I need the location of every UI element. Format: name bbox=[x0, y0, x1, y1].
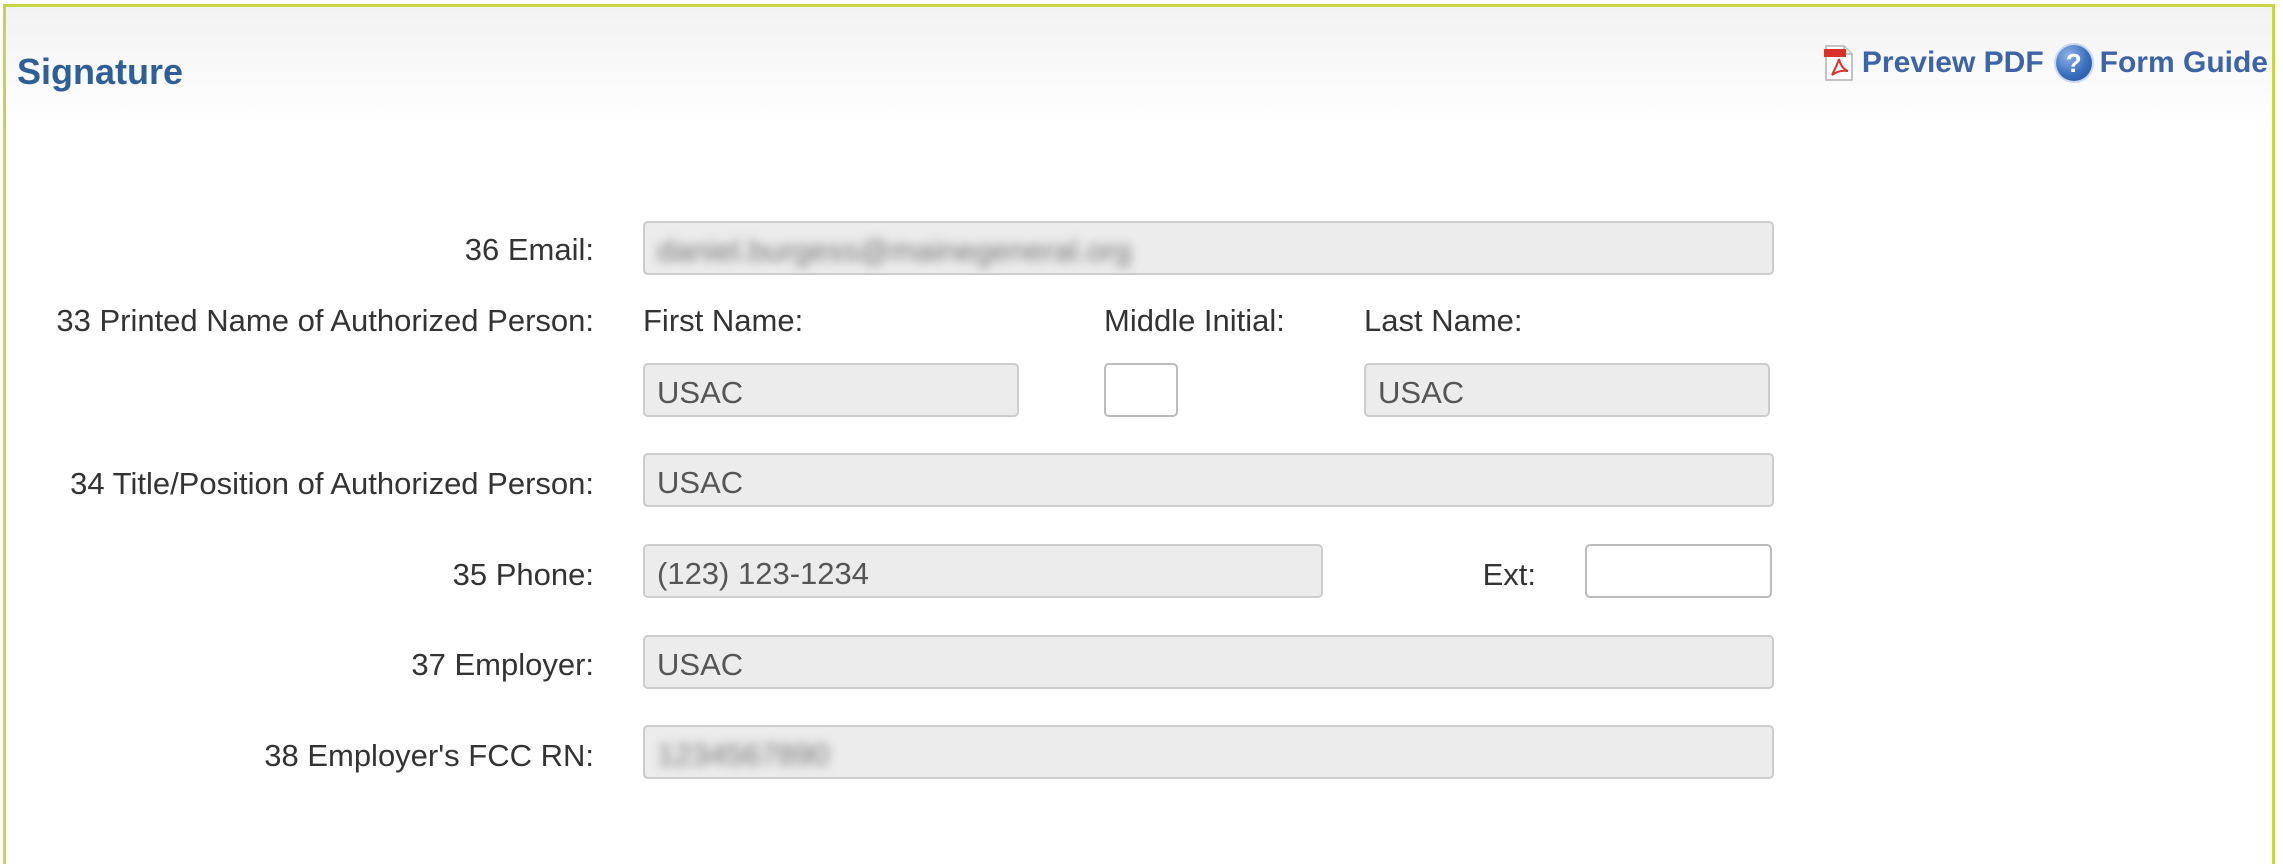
form-guide-label: Form Guide bbox=[2099, 46, 2268, 79]
printed-name-label: 33 Printed Name of Authorized Person: bbox=[56, 303, 594, 338]
fcc-rn-value: 1234567890 bbox=[657, 737, 830, 772]
title-position-value: USAC bbox=[657, 465, 744, 500]
email-value: daniel.burgess@mainegeneral.org bbox=[657, 233, 1132, 268]
help-icon: ? bbox=[2055, 45, 2092, 81]
phone-value: (123) 123-1234 bbox=[657, 556, 869, 591]
signature-panel: Signature Preview PDF ? Form Guide 36 Em… bbox=[3, 4, 2275, 864]
fcc-rn-field[interactable]: 1234567890 bbox=[643, 725, 1774, 779]
phone-label: 35 Phone: bbox=[452, 557, 594, 592]
preview-pdf-label: Preview PDF bbox=[1861, 46, 2044, 79]
middle-initial-label: Middle Initial: bbox=[1104, 303, 1285, 338]
middle-initial-field[interactable] bbox=[1104, 363, 1178, 417]
preview-pdf-link[interactable]: Preview PDF bbox=[1823, 45, 2044, 81]
employer-value: USAC bbox=[657, 647, 744, 682]
panel-header: Signature Preview PDF ? Form Guide bbox=[6, 7, 2272, 127]
ext-field[interactable] bbox=[1585, 544, 1772, 598]
title-position-label: 34 Title/Position of Authorized Person: bbox=[70, 466, 594, 501]
form-guide-link[interactable]: ? Form Guide bbox=[2055, 45, 2268, 81]
first-name-field[interactable]: USAC bbox=[643, 363, 1019, 417]
email-label: 36 Email: bbox=[464, 232, 594, 267]
title-position-field[interactable]: USAC bbox=[643, 453, 1774, 507]
first-name-value: USAC bbox=[657, 375, 744, 410]
employer-field[interactable]: USAC bbox=[643, 635, 1774, 689]
fcc-rn-label: 38 Employer's FCC RN: bbox=[264, 738, 594, 773]
employer-label: 37 Employer: bbox=[411, 647, 594, 682]
last-name-label: Last Name: bbox=[1364, 303, 1523, 338]
ext-label: Ext: bbox=[1482, 557, 1536, 592]
last-name-field[interactable]: USAC bbox=[1364, 363, 1770, 417]
pdf-icon bbox=[1823, 45, 1854, 81]
header-links: Preview PDF ? Form Guide bbox=[1823, 45, 2268, 81]
phone-field[interactable]: (123) 123-1234 bbox=[643, 544, 1323, 598]
first-name-label: First Name: bbox=[643, 303, 804, 338]
section-title: Signature bbox=[17, 51, 184, 92]
last-name-value: USAC bbox=[1378, 375, 1465, 410]
email-field[interactable]: daniel.burgess@mainegeneral.org bbox=[643, 221, 1774, 275]
